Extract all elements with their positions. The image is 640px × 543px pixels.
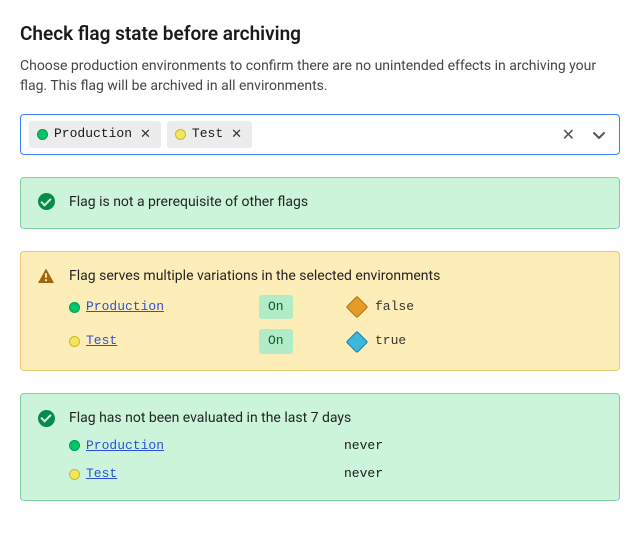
evaluation-check-card: Flag has not been evaluated in the last … bbox=[20, 393, 620, 501]
card-title: Flag serves multiple variations in the s… bbox=[69, 266, 603, 286]
variation-label: true bbox=[375, 332, 406, 351]
evaluation-row: Test never bbox=[69, 465, 603, 484]
evaluation-value: never bbox=[344, 437, 383, 456]
card-title: Flag is not a prerequisite of other flag… bbox=[69, 192, 603, 212]
warning-icon bbox=[37, 267, 55, 285]
remove-chip-icon[interactable]: ✕ bbox=[138, 125, 153, 144]
remove-chip-icon[interactable]: ✕ bbox=[229, 125, 244, 144]
env-chip-production[interactable]: Production ✕ bbox=[29, 121, 161, 148]
env-dot-icon bbox=[69, 302, 80, 313]
env-dot-icon bbox=[69, 336, 80, 347]
env-chip-label: Test bbox=[192, 125, 223, 144]
targeting-badge: On bbox=[259, 295, 293, 320]
environment-link[interactable]: Test bbox=[86, 465, 117, 484]
page-title: Check flag state before archiving bbox=[20, 20, 620, 48]
variation-diamond-icon bbox=[346, 296, 369, 319]
chevron-down-icon[interactable] bbox=[587, 127, 611, 143]
variation-diamond-icon bbox=[346, 331, 369, 354]
evaluation-row: Production never bbox=[69, 437, 603, 456]
page-description: Choose production environments to confir… bbox=[20, 56, 620, 97]
environment-link[interactable]: Production bbox=[86, 437, 164, 456]
variation-label: false bbox=[375, 298, 414, 317]
evaluation-value: never bbox=[344, 465, 383, 484]
success-icon bbox=[37, 409, 55, 427]
environment-link[interactable]: Test bbox=[86, 332, 117, 351]
card-title: Flag has not been evaluated in the last … bbox=[69, 408, 603, 428]
env-dot-icon bbox=[69, 440, 80, 451]
env-dot-icon bbox=[37, 129, 48, 140]
environment-link[interactable]: Production bbox=[86, 298, 164, 317]
variations-check-card: Flag serves multiple variations in the s… bbox=[20, 251, 620, 371]
variation-row: Production On false bbox=[69, 295, 603, 320]
env-dot-icon bbox=[69, 469, 80, 480]
environment-selector[interactable]: Production ✕ Test ✕ ✕ bbox=[20, 114, 620, 155]
variation-row: Test On true bbox=[69, 329, 603, 354]
targeting-badge: On bbox=[259, 329, 293, 354]
env-dot-icon bbox=[175, 129, 186, 140]
clear-all-icon[interactable]: ✕ bbox=[556, 123, 581, 146]
prerequisite-check-card: Flag is not a prerequisite of other flag… bbox=[20, 177, 620, 229]
success-icon bbox=[37, 193, 55, 211]
env-chip-test[interactable]: Test ✕ bbox=[167, 121, 252, 148]
env-chip-label: Production bbox=[54, 125, 132, 144]
